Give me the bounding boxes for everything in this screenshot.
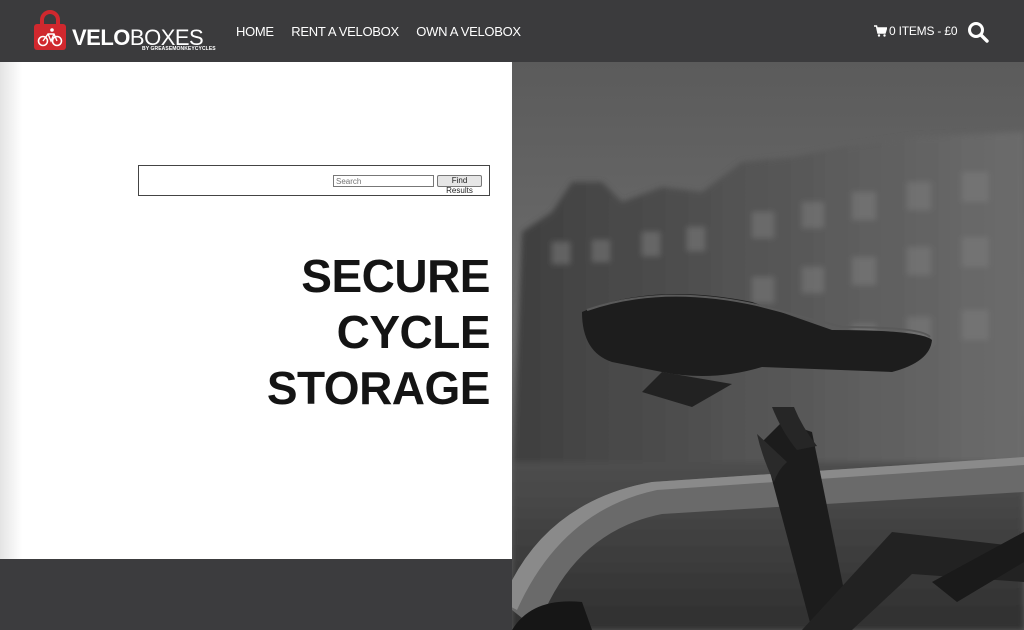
padlock-bike-icon [34,10,66,50]
search-icon[interactable] [967,21,989,43]
nav-own-a-velobox[interactable]: OWN A VELOBOX [416,24,521,39]
headline-line-3: STORAGE [266,362,491,414]
site-logo[interactable]: VELOBOXES BY GREASEMONKEYCYCLES [34,9,216,55]
brand-byline: BY GREASEMONKEYCYCLES [142,46,216,52]
cart-icon [874,25,888,37]
search-input[interactable] [333,175,434,187]
headline-line-1: SECURE [301,250,490,302]
search-form: Find Results [138,165,490,196]
find-results-button[interactable]: Find Results [437,175,482,195]
hero-headline: SECURE CYCLE STORAGE [266,248,491,416]
nav-rent-a-velobox[interactable]: RENT A VELOBOX [291,24,399,39]
headline-line-2: CYCLE [336,306,491,358]
cart-summary: 0 ITEMS - £0 [889,24,958,38]
cart-link[interactable]: 0 ITEMS - £0 [874,24,957,38]
main-nav: HOME RENT A VELOBOX OWN A VELOBOX [236,23,534,41]
bicycle-saddle-photo [512,62,1024,630]
brand-bold: VELO [72,25,130,50]
site-header: VELOBOXES BY GREASEMONKEYCYCLES HOME REN… [0,0,1024,62]
nav-home[interactable]: HOME [236,24,274,39]
footer-band [0,559,512,630]
intro-panel: Find Results SECURE CYCLE STORAGE [0,62,512,559]
panel-shadow [0,62,22,559]
